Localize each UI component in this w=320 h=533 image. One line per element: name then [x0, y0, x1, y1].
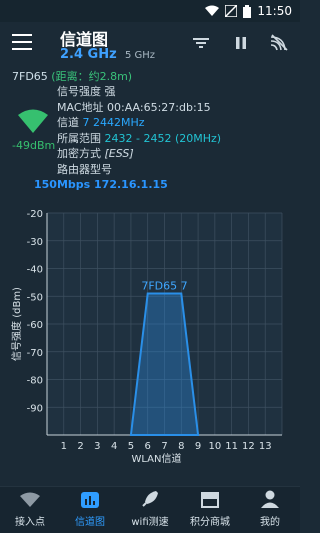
x-tick-label: 6: [145, 441, 151, 452]
band-tab-5ghz[interactable]: 5 GHz: [125, 50, 155, 61]
mac-address: MAC地址 00:AA:65:27:db:15: [57, 100, 211, 114]
series-label: 7FD65 7: [141, 279, 187, 292]
nav-access-points[interactable]: 接入点: [0, 487, 60, 533]
x-tick-label: 13: [259, 441, 272, 452]
battery-icon: [243, 4, 252, 18]
signal-dbm: -49dBm: [12, 139, 56, 152]
x-tick-label: 10: [208, 441, 221, 452]
channel-value: 7 2442MHz: [82, 116, 145, 129]
signal-strength: 信号强度 强: [57, 85, 116, 98]
user-icon: [261, 490, 279, 513]
y-tick-label: -80: [27, 376, 43, 387]
store-icon: [200, 490, 220, 513]
status-time: 11:50: [257, 4, 292, 18]
nav-label: wifi测速: [131, 517, 169, 528]
x-tick-label: 9: [195, 441, 201, 452]
encryption-label: 加密方式: [57, 147, 101, 160]
wifi-status-icon: [205, 5, 220, 17]
rocket-icon: [141, 490, 159, 513]
bar-chart-icon: [81, 492, 99, 513]
nav-label: 接入点: [15, 517, 45, 528]
y-tick-label: -30: [27, 237, 43, 248]
network-ssid-line[interactable]: 7FD65 (距离：约2.8m): [12, 68, 132, 84]
pause-icon[interactable]: [230, 32, 252, 54]
x-tick-label: 5: [128, 441, 134, 452]
channel-row: 信道 7 2442MHz: [57, 115, 221, 131]
y-tick-label: -70: [27, 348, 43, 359]
x-tick-label: 12: [242, 441, 255, 452]
nav-speed-test[interactable]: wifi测速: [120, 487, 180, 533]
app-bar: 信道图 2.4 GHz 5 GHz: [0, 22, 300, 66]
y-tick-label: -40: [27, 265, 43, 276]
band-tab-2-4ghz[interactable]: 2.4 GHz: [60, 47, 117, 62]
channel-chart: -20-30-40-50-60-70-80-901 2 3 4 5 6 7 8 9 10 11 12 1…: [10, 209, 283, 465]
x-tick-label: 1: [61, 441, 67, 452]
y-tick-label: -50: [27, 292, 43, 303]
range-label: 所属范围: [57, 131, 101, 145]
x-tick-label: 3: [94, 441, 100, 452]
signal-scan-icon[interactable]: [268, 32, 290, 54]
range-value: 2432 - 2452 (20MHz): [104, 131, 222, 145]
wifi-icon: [20, 492, 40, 513]
network-details: 信号强度 强 MAC地址 00:AA:65:27:db:15 信道 7 2442…: [57, 84, 221, 177]
bottom-nav: 接入点 信道图 wifi测速 积分商城 我的: [0, 486, 300, 533]
filter-icon[interactable]: [190, 32, 212, 54]
encryption-value: [ESS]: [104, 147, 134, 160]
x-axis-label: WLAN信道: [131, 452, 181, 465]
nav-label: 我的: [260, 517, 280, 528]
y-tick-label: -60: [27, 320, 43, 331]
router-model: 路由器型号: [57, 162, 112, 176]
x-tick-label: 8: [178, 441, 184, 452]
encryption-row: 加密方式 [ESS]: [57, 146, 221, 162]
range-row: 所属范围 2432 - 2452 (20MHz): [57, 131, 221, 147]
wifi-signal-icon: [18, 108, 48, 134]
x-tick-label: 2: [77, 441, 83, 452]
status-bar: 11:50: [0, 0, 300, 22]
x-tick-label: 11: [225, 441, 238, 452]
speed-ip: 150Mbps 172.16.1.15: [34, 178, 168, 191]
no-sim-icon: [225, 5, 238, 17]
x-tick-label: 7: [161, 441, 167, 452]
network-distance: (距离：约2.8m): [51, 70, 133, 83]
y-tick-label: -20: [27, 209, 43, 220]
network-ssid: 7FD65: [12, 70, 48, 83]
y-axis-label: 信号强度 (dBm): [10, 287, 23, 361]
nav-label: 信道图: [75, 517, 105, 528]
nav-points-mall[interactable]: 积分商城: [180, 487, 240, 533]
x-tick-label: 4: [111, 441, 117, 452]
nav-profile[interactable]: 我的: [240, 487, 300, 533]
menu-icon[interactable]: [12, 34, 32, 50]
y-tick-label: -90: [27, 403, 43, 414]
nav-label: 积分商城: [190, 517, 230, 528]
channel-label: 信道: [57, 116, 79, 129]
nav-channel-graph[interactable]: 信道图: [60, 487, 120, 533]
